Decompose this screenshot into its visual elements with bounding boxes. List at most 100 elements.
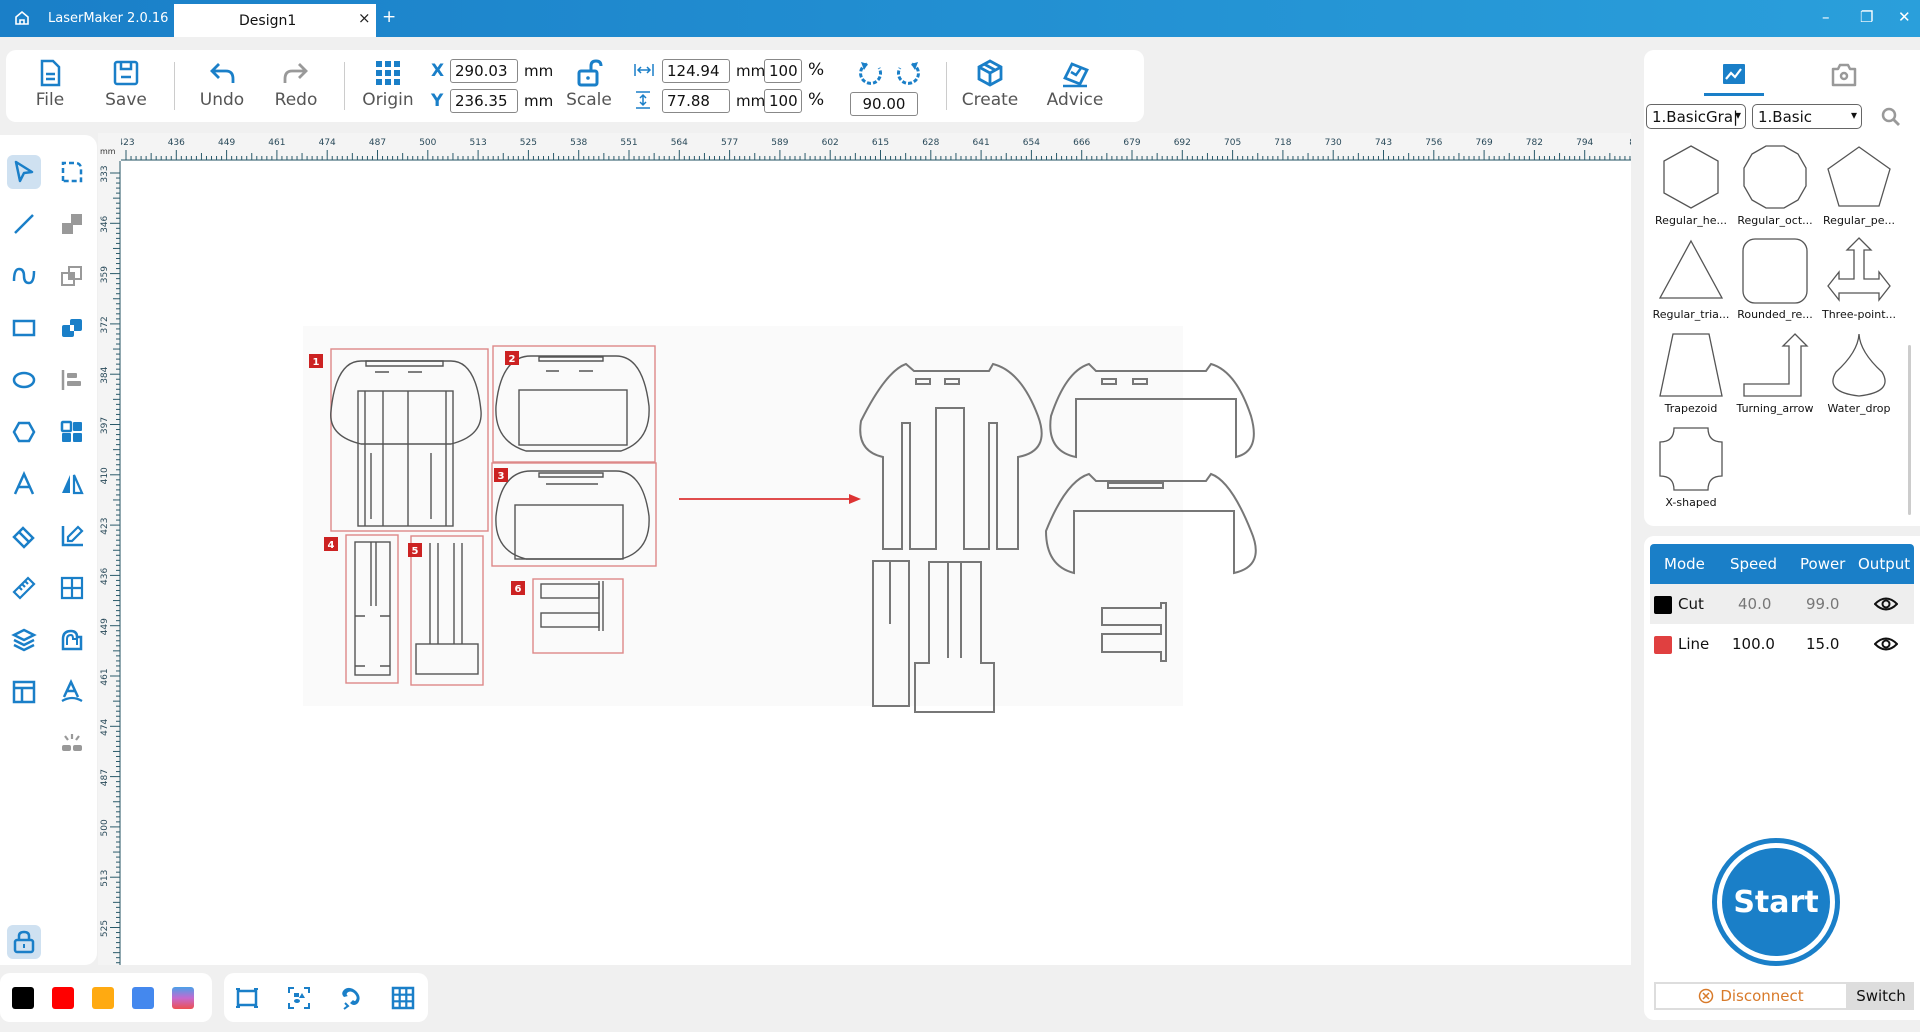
height-percent-input[interactable]: [764, 89, 802, 113]
tab-design1[interactable]: Design1 ×: [174, 4, 376, 37]
maximize-button[interactable]: ❐: [1860, 8, 1873, 26]
left-toolbar: [0, 135, 97, 965]
design-canvas[interactable]: 1 2 3 4 5 6: [121, 161, 1631, 965]
create-button[interactable]: Create: [960, 58, 1020, 110]
tab-camera[interactable]: [1814, 54, 1874, 94]
ellipse-icon: [12, 371, 36, 389]
category-select[interactable]: 1.BasicGra|: [1646, 104, 1746, 129]
shape-water-drop[interactable]: Water_drop: [1818, 330, 1900, 422]
new-tab-button[interactable]: +: [382, 7, 396, 27]
eraser-tool[interactable]: [7, 519, 41, 553]
ruler-tick-label: 500: [100, 819, 110, 836]
layers-tool[interactable]: [7, 623, 41, 657]
mirror-tool[interactable]: [55, 467, 89, 501]
shape-three-point-arrow[interactable]: Three-point...: [1818, 236, 1900, 328]
color-swatch-red[interactable]: [52, 987, 74, 1009]
offset-tool[interactable]: [55, 623, 89, 657]
ruler-tick-label: 359: [100, 266, 110, 283]
part-label-2: 2: [509, 354, 516, 365]
scale-lock-button[interactable]: Scale: [559, 58, 619, 110]
group-tool[interactable]: [55, 571, 89, 605]
width-percent-input[interactable]: [764, 59, 802, 83]
shape-rounded-rectangle[interactable]: Rounded_re...: [1734, 236, 1816, 328]
subtract-tool[interactable]: [55, 311, 89, 345]
switch-button[interactable]: Switch: [1848, 982, 1914, 1010]
shape-x-shaped[interactable]: X-shaped: [1650, 424, 1732, 516]
color-swatch-blue[interactable]: [132, 987, 154, 1009]
subcategory-select[interactable]: 1.Basic: [1752, 104, 1862, 129]
rotation-input[interactable]: [850, 92, 918, 116]
layer-row-cut[interactable]: Cut 40.0 99.0: [1650, 584, 1914, 624]
combine-tool[interactable]: [55, 207, 89, 241]
rotate-ccw-icon[interactable]: [855, 58, 885, 88]
rotate-cw-icon[interactable]: [894, 58, 924, 88]
horizontal-ruler: 423 436 449 461 474 487 500 513 525 538 551 564 577 5…: [98, 133, 1641, 161]
minimize-button[interactable]: –: [1822, 8, 1830, 26]
color-swatch-gradient[interactable]: [172, 987, 194, 1009]
align-tool[interactable]: [55, 363, 89, 397]
color-swatch-orange[interactable]: [92, 987, 114, 1009]
file-button[interactable]: File: [20, 58, 80, 110]
design-artwork[interactable]: 1 2 3 4 5 6: [121, 161, 1631, 965]
shape-regular-octagon[interactable]: Regular_oct...: [1734, 142, 1816, 234]
rectangle-tool[interactable]: [7, 311, 41, 345]
y-position-input[interactable]: [450, 89, 518, 113]
home-icon[interactable]: [14, 10, 30, 26]
ellipse-tool[interactable]: [7, 363, 41, 397]
lock-canvas-button[interactable]: [7, 925, 41, 959]
curve-tool[interactable]: [7, 259, 41, 293]
eye-icon[interactable]: [1874, 594, 1898, 614]
close-tab-icon[interactable]: ×: [358, 9, 371, 27]
advice-button[interactable]: Advice: [1040, 58, 1110, 110]
height-icon: [636, 91, 650, 109]
layer-mode: Line: [1678, 635, 1710, 653]
shape-trapezoid[interactable]: Trapezoid: [1650, 330, 1732, 422]
select-tool[interactable]: [7, 155, 41, 189]
magnet-icon[interactable]: [338, 985, 364, 1011]
array-tool[interactable]: [55, 415, 89, 449]
tab-graphics-library[interactable]: [1704, 54, 1764, 96]
grid-icon[interactable]: [390, 985, 416, 1011]
fit-view-icon[interactable]: [234, 985, 260, 1011]
edit-node-tool[interactable]: [55, 519, 89, 553]
shape-turning-arrow[interactable]: Turning_arrow: [1734, 330, 1816, 422]
start-button[interactable]: Start: [1712, 838, 1840, 966]
ruler-tick-label: 692: [1174, 138, 1191, 148]
measure-icon: [12, 576, 36, 600]
laser-tool[interactable]: [55, 727, 89, 761]
select-all-icon[interactable]: [286, 985, 312, 1011]
eye-icon[interactable]: [1874, 634, 1898, 654]
horizontal-ruler-ticks: 423 436 449 461 474 487 500 513 525 538 551 564 577 5…: [98, 138, 1641, 161]
color-swatch-black[interactable]: [12, 987, 34, 1009]
shape-regular-pentagon[interactable]: Regular_pe...: [1818, 142, 1900, 234]
intersect-tool[interactable]: [55, 259, 89, 293]
layer-row-line[interactable]: Line 100.0 15.0: [1650, 624, 1914, 664]
save-button[interactable]: Save: [96, 58, 156, 110]
graphics-library-icon: [1723, 64, 1745, 84]
measure-tool[interactable]: [7, 571, 41, 605]
part-label-6: 6: [515, 584, 522, 595]
disconnect-button[interactable]: Disconnect: [1654, 982, 1848, 1010]
text-path-tool[interactable]: [55, 675, 89, 709]
text-tool[interactable]: [7, 467, 41, 501]
line-tool[interactable]: [7, 207, 41, 241]
layout-tool[interactable]: [7, 675, 41, 709]
eraser-icon: [12, 526, 35, 549]
trapezoid-shape-icon: [1659, 333, 1723, 397]
ruler-tick-label: 615: [872, 138, 889, 148]
search-icon[interactable]: [1880, 106, 1902, 128]
shape-regular-triangle[interactable]: Regular_tria...: [1650, 236, 1732, 328]
origin-button[interactable]: Origin: [358, 58, 418, 110]
height-input[interactable]: [662, 89, 730, 113]
polygon-tool[interactable]: [7, 415, 41, 449]
width-input[interactable]: [662, 59, 730, 83]
close-button[interactable]: ✕: [1898, 8, 1911, 26]
text-path-icon: [61, 679, 83, 702]
shape-regular-hexagon[interactable]: Regular_he...: [1650, 142, 1732, 234]
library-scrollbar[interactable]: [1908, 345, 1911, 515]
redo-button[interactable]: Redo: [266, 58, 326, 110]
ruler-tick-label: 487: [100, 769, 110, 786]
x-position-input[interactable]: [450, 59, 518, 83]
corner-edit-tool[interactable]: [55, 155, 89, 189]
undo-button[interactable]: Undo: [192, 58, 252, 110]
